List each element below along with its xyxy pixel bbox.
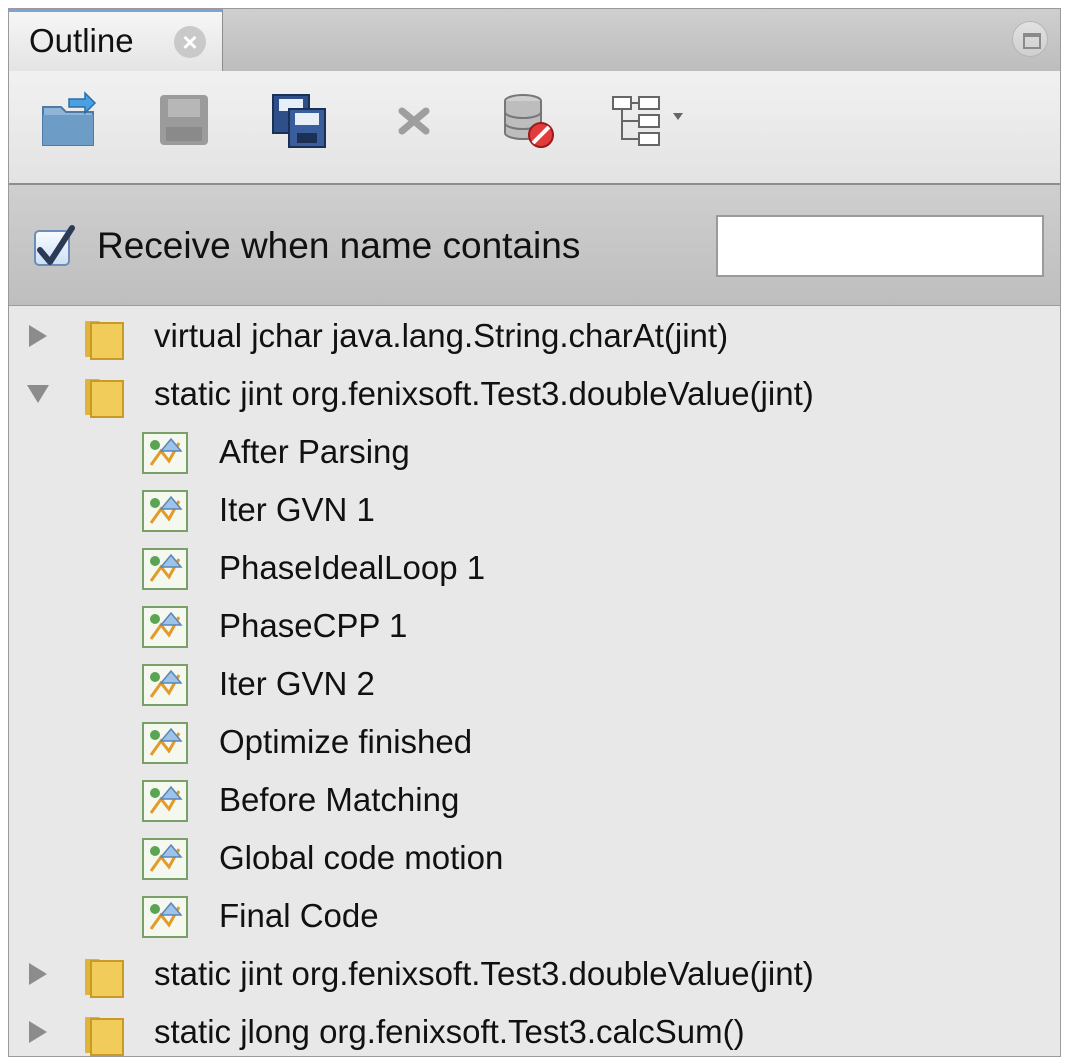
expand-arrow-icon[interactable]: [25, 1019, 51, 1045]
tree-child-label: Before Matching: [219, 781, 460, 818]
tab-label: Outline: [29, 22, 134, 59]
tree-child-row[interactable]: Iter GVN 2: [9, 657, 1060, 713]
name-filter-input[interactable]: [716, 215, 1044, 277]
hierarchy-dropdown-icon[interactable]: [609, 91, 699, 151]
tree-group-row[interactable]: static jlong org.fenixsoft.Test3.calcSum…: [9, 1005, 1060, 1061]
tree-child-row[interactable]: Before Matching: [9, 773, 1060, 829]
tab-outline[interactable]: Outline ×: [9, 9, 223, 71]
tree-child-label: Iter GVN 1: [219, 491, 375, 528]
tree-child-label: PhaseCPP 1: [219, 607, 408, 644]
graph-icon: [142, 548, 188, 590]
tree-group-label: virtual jchar java.lang.String.charAt(ji…: [154, 317, 729, 354]
collapse-arrow-icon[interactable]: [25, 381, 51, 407]
outline-panel: Outline × Receive when name contains vir…: [8, 8, 1061, 1057]
filter-label: Receive when name contains: [97, 225, 581, 266]
graph-icon: [142, 838, 188, 880]
tree-group-label: static jlong org.fenixsoft.Test3.calcSum…: [154, 1013, 745, 1050]
import-icon[interactable]: [39, 91, 99, 151]
tree-child-label: After Parsing: [219, 433, 410, 470]
tree-group-row[interactable]: static jint org.fenixsoft.Test3.doubleVa…: [9, 947, 1060, 1003]
close-icon[interactable]: ×: [174, 26, 206, 58]
tree-child-label: Iter GVN 2: [219, 665, 375, 702]
expand-arrow-icon[interactable]: [25, 323, 51, 349]
tree-group-row[interactable]: virtual jchar java.lang.String.charAt(ji…: [9, 309, 1060, 365]
graph-icon: [142, 780, 188, 822]
graph-icon: [142, 432, 188, 474]
tree-child-row[interactable]: After Parsing: [9, 425, 1060, 481]
maximize-icon[interactable]: [1012, 21, 1048, 57]
tree-group-label: static jint org.fenixsoft.Test3.doubleVa…: [154, 955, 814, 992]
tree-child-row[interactable]: Iter GVN 1: [9, 483, 1060, 539]
tree-child-row[interactable]: PhaseIdealLoop 1: [9, 541, 1060, 597]
graph-icon: [142, 896, 188, 938]
graph-icon: [142, 664, 188, 706]
tree-child-row[interactable]: Final Code: [9, 889, 1060, 945]
tree-child-label: Global code motion: [219, 839, 504, 876]
graph-icon: [142, 722, 188, 764]
tree-child-row[interactable]: Optimize finished: [9, 715, 1060, 771]
expand-arrow-icon[interactable]: [25, 961, 51, 987]
tab-bar: Outline ×: [9, 9, 1060, 72]
graph-icon: [142, 490, 188, 532]
remove-icon[interactable]: [384, 91, 444, 151]
tree-group-row[interactable]: static jint org.fenixsoft.Test3.doubleVa…: [9, 367, 1060, 423]
toolbar: [9, 71, 1060, 185]
receive-filter-checkbox[interactable]: [34, 225, 75, 266]
filter-bar: Receive when name contains: [9, 185, 1060, 306]
tree-child-label: Final Code: [219, 897, 379, 934]
folder-icon: [85, 321, 124, 360]
folder-icon: [85, 379, 124, 418]
folder-icon: [85, 959, 124, 998]
remove-database-icon[interactable]: [499, 91, 559, 151]
tree-child-label: Optimize finished: [219, 723, 473, 760]
tree-child-row[interactable]: Global code motion: [9, 831, 1060, 887]
save-icon[interactable]: [154, 91, 214, 151]
graph-icon: [142, 606, 188, 648]
tree-child-label: PhaseIdealLoop 1: [219, 549, 486, 586]
save-all-icon[interactable]: [269, 91, 329, 151]
tree-child-row[interactable]: PhaseCPP 1: [9, 599, 1060, 655]
tree-group-label: static jint org.fenixsoft.Test3.doubleVa…: [154, 375, 814, 412]
folder-icon: [85, 1017, 124, 1056]
